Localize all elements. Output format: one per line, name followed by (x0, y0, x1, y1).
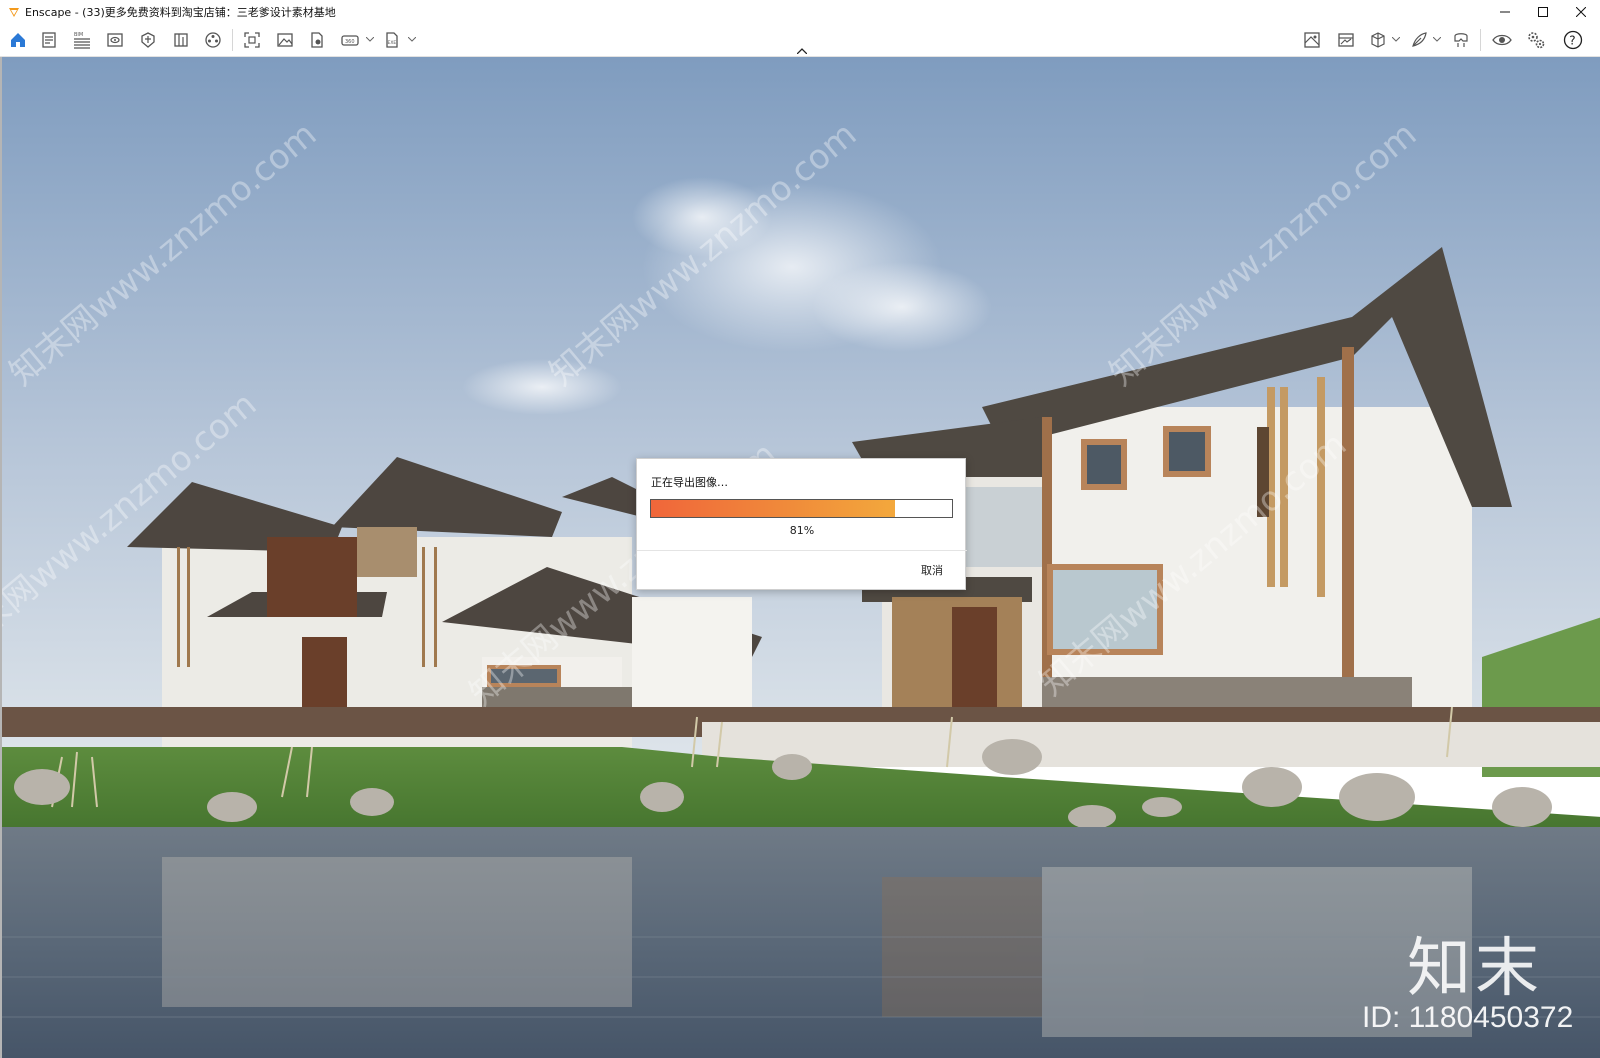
window-title: Enscape - (33)更多免费资料到淘宝店铺：三老爹设计素材基地 (25, 5, 336, 19)
vr-headset-button[interactable] (1449, 28, 1473, 52)
svg-text:360: 360 (345, 39, 355, 45)
close-icon (1576, 6, 1586, 17)
book-button[interactable] (169, 28, 193, 52)
bim-icon: BIM (74, 32, 90, 49)
image-button[interactable] (273, 28, 297, 52)
svg-text:?: ? (1569, 34, 1575, 48)
cancel-button[interactable]: 取消 (921, 562, 943, 578)
light-button[interactable] (136, 28, 160, 52)
minimize-icon (1500, 11, 1510, 12)
title-bar: Enscape - (33)更多免费资料到淘宝店铺：三老爹设计素材基地 (0, 0, 1600, 23)
maximize-button[interactable] (1524, 0, 1562, 23)
map-button[interactable] (1300, 28, 1324, 52)
batch-render-button[interactable] (305, 28, 329, 52)
eye-button[interactable] (1490, 28, 1514, 52)
feather-icon (1412, 32, 1427, 47)
panorama-dropdown[interactable] (365, 34, 375, 44)
chevron-down-icon (1392, 36, 1400, 42)
batch-render-icon (311, 32, 323, 48)
image-icon (277, 33, 293, 47)
dialog-divider (637, 550, 967, 551)
cube-dropdown[interactable] (1391, 34, 1401, 44)
close-button[interactable] (1562, 0, 1600, 23)
help-icon: ? (1563, 30, 1583, 50)
progress-percent-text: 81% (789, 524, 815, 537)
settings-button[interactable] (1524, 28, 1548, 52)
gears-icon (1528, 32, 1545, 49)
watermark-id: ID: 1180450372 (1362, 1001, 1574, 1034)
document-button[interactable] (37, 28, 61, 52)
chevron-up-icon (797, 48, 807, 54)
gallery-button[interactable] (1334, 28, 1358, 52)
minimize-button[interactable] (1486, 0, 1524, 23)
export-exe-button[interactable]: EXE (380, 28, 404, 52)
export-dropdown[interactable] (407, 34, 417, 44)
feather-button[interactable] (1407, 28, 1431, 52)
bim-button[interactable]: BIM (70, 28, 94, 52)
maximize-icon (1538, 6, 1548, 17)
gallery-icon (1338, 33, 1354, 47)
svg-text:EXE: EXE (388, 40, 397, 46)
panorama-button[interactable]: 360 (338, 28, 362, 52)
progress-fill (651, 500, 895, 517)
visual-settings-button[interactable] (201, 28, 225, 52)
toolbar-separator (232, 29, 233, 51)
window-controls (1486, 0, 1600, 23)
export-exe-icon: EXE (386, 32, 398, 48)
dialog-title: 正在导出图像… (651, 476, 728, 489)
toolbar: BIM 360 EXE ? (0, 23, 1600, 57)
cube-icon (1371, 32, 1385, 48)
map-icon (1304, 32, 1320, 48)
home-button[interactable] (6, 28, 30, 52)
screenshot-button[interactable] (240, 28, 264, 52)
screenshot-icon (244, 32, 260, 48)
book-icon (174, 33, 188, 47)
panorama-icon: 360 (341, 35, 359, 46)
collapse-toolbar-button[interactable] (794, 45, 810, 57)
help-button[interactable]: ? (1561, 28, 1585, 52)
enscape-logo-icon (9, 7, 19, 17)
export-progress-dialog: 正在导出图像… 81% 取消 (636, 458, 967, 590)
feather-dropdown[interactable] (1432, 34, 1442, 44)
home-icon (11, 33, 25, 47)
document-icon (42, 32, 56, 48)
chevron-down-icon (366, 36, 374, 42)
export-progress-bar (650, 499, 953, 518)
vr-headset-icon (1454, 33, 1468, 47)
views-icon (107, 33, 123, 47)
toolbar-separator (1480, 29, 1481, 51)
chevron-down-icon (408, 36, 416, 42)
cube-button[interactable] (1366, 28, 1390, 52)
eye-icon (1492, 34, 1512, 46)
settings-wheel-icon (205, 32, 221, 48)
light-icon (141, 32, 155, 48)
views-button[interactable] (103, 28, 127, 52)
svg-text:BIM: BIM (74, 32, 83, 38)
watermark-brand: 知末 (1407, 932, 1543, 1006)
chevron-down-icon (1433, 36, 1441, 42)
